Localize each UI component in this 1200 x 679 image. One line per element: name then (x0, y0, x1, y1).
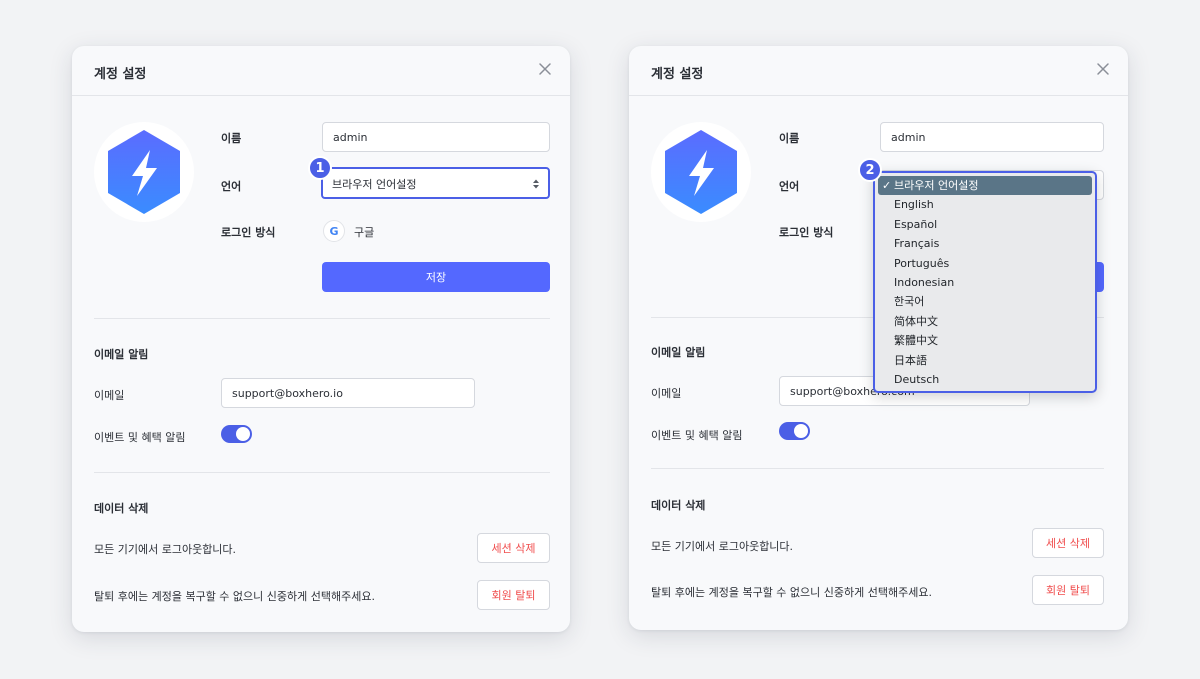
language-option[interactable]: ✓ 브라우저 언어설정 (878, 176, 1092, 196)
login-method-label: 로그인 방식 (779, 226, 834, 239)
dialog-title: 계정 설정 (651, 67, 704, 82)
language-option[interactable]: 繁體中文 (878, 331, 1092, 350)
email-alerts-title: 이메일 알림 (94, 348, 149, 361)
email-alerts-title: 이메일 알림 (651, 346, 706, 359)
name-label: 이름 (779, 132, 800, 145)
language-option-label: 简体中文 (894, 314, 938, 328)
save-button[interactable]: 저장 (322, 262, 550, 292)
language-option[interactable]: Français (878, 234, 1092, 253)
language-label: 언어 (779, 180, 800, 193)
delete-session-button[interactable]: 세션 삭제 (477, 533, 550, 563)
language-option-label: Indonesian (894, 275, 955, 289)
withdraw-button[interactable]: 회원 탈퇴 (1032, 575, 1104, 605)
boxhero-bolt-logo-icon (108, 130, 180, 214)
select-arrows-icon (533, 179, 539, 189)
language-option-label: Português (894, 256, 950, 270)
divider (94, 472, 550, 473)
language-option[interactable]: English (878, 195, 1092, 214)
account-settings-dialog-left: 계정 설정 이름 admin 언어 브라우저 언어설정 1 로그인 방식 G 구… (72, 46, 570, 632)
language-option[interactable]: 日本語 (878, 351, 1092, 370)
delete-session-button[interactable]: 세션 삭제 (1032, 528, 1104, 558)
account-settings-dialog-right: 계정 설정 이름 admin 언어 로그인 방식 2 ✓ 브라우저 언어설정 Eng… (629, 46, 1128, 630)
dialog-title: 계정 설정 (94, 67, 147, 82)
language-select-value: 브라우저 언어설정 (332, 178, 417, 191)
google-icon: G (323, 220, 345, 242)
language-label: 언어 (221, 180, 242, 193)
events-toggle[interactable] (221, 425, 252, 443)
language-dropdown[interactable]: ✓ 브라우저 언어설정 English Español Français Portuguê… (873, 171, 1097, 393)
language-option-label: English (894, 198, 934, 212)
language-option-label: 繁體中文 (894, 334, 938, 348)
language-option-label: Deutsch (894, 372, 940, 386)
language-option-label: 브라우저 언어설정 (894, 179, 979, 192)
language-option[interactable]: Indonesian (878, 273, 1092, 292)
logout-text: 모든 기기에서 로그아웃합니다. (651, 540, 794, 553)
email-label: 이메일 (651, 387, 682, 400)
dialog-header: 계정 설정 (72, 46, 570, 96)
email-input[interactable]: support@boxhero.io (221, 378, 475, 408)
dialog-header: 계정 설정 (629, 46, 1128, 96)
close-icon[interactable] (536, 60, 554, 78)
data-delete-title: 데이터 삭제 (94, 502, 149, 515)
events-label: 이벤트 및 혜택 알림 (94, 431, 186, 444)
data-delete-title: 데이터 삭제 (651, 499, 706, 512)
language-option-label: 日本語 (894, 353, 927, 367)
withdraw-button[interactable]: 회원 탈퇴 (477, 580, 550, 610)
language-option[interactable]: Español (878, 215, 1092, 234)
events-toggle[interactable] (779, 422, 810, 440)
boxhero-bolt-logo-icon (665, 130, 737, 214)
toggle-knob (794, 424, 808, 438)
divider (651, 468, 1104, 469)
logout-text: 모든 기기에서 로그아웃합니다. (94, 543, 237, 556)
language-option[interactable]: Deutsch (878, 370, 1092, 389)
language-option-label: Español (894, 217, 938, 231)
avatar (651, 122, 751, 222)
language-option[interactable]: Português (878, 254, 1092, 273)
email-label: 이메일 (94, 389, 125, 402)
close-icon[interactable] (1094, 60, 1112, 78)
events-label: 이벤트 및 혜택 알림 (651, 429, 743, 442)
name-label: 이름 (221, 132, 242, 145)
name-input[interactable]: admin (880, 122, 1104, 152)
language-option[interactable]: 한국어 (878, 292, 1092, 311)
withdraw-text: 탈퇴 후에는 계정을 복구할 수 없으니 신중하게 선택해주세요. (651, 586, 932, 599)
withdraw-text: 탈퇴 후에는 계정을 복구할 수 없으니 신중하게 선택해주세요. (94, 590, 375, 603)
check-icon: ✓ (882, 179, 892, 192)
toggle-knob (236, 427, 250, 441)
step-badge: 2 (858, 158, 882, 182)
login-method-label: 로그인 방식 (221, 226, 276, 239)
login-provider: 구글 (354, 226, 375, 239)
language-option-label: Français (894, 237, 940, 251)
avatar (94, 122, 194, 222)
name-input[interactable]: admin (322, 122, 550, 152)
language-option[interactable]: 简体中文 (878, 312, 1092, 331)
divider (94, 318, 550, 319)
language-option-label: 한국어 (894, 295, 925, 309)
step-badge: 1 (308, 156, 332, 180)
language-select[interactable]: 브라우저 언어설정 (321, 167, 550, 199)
